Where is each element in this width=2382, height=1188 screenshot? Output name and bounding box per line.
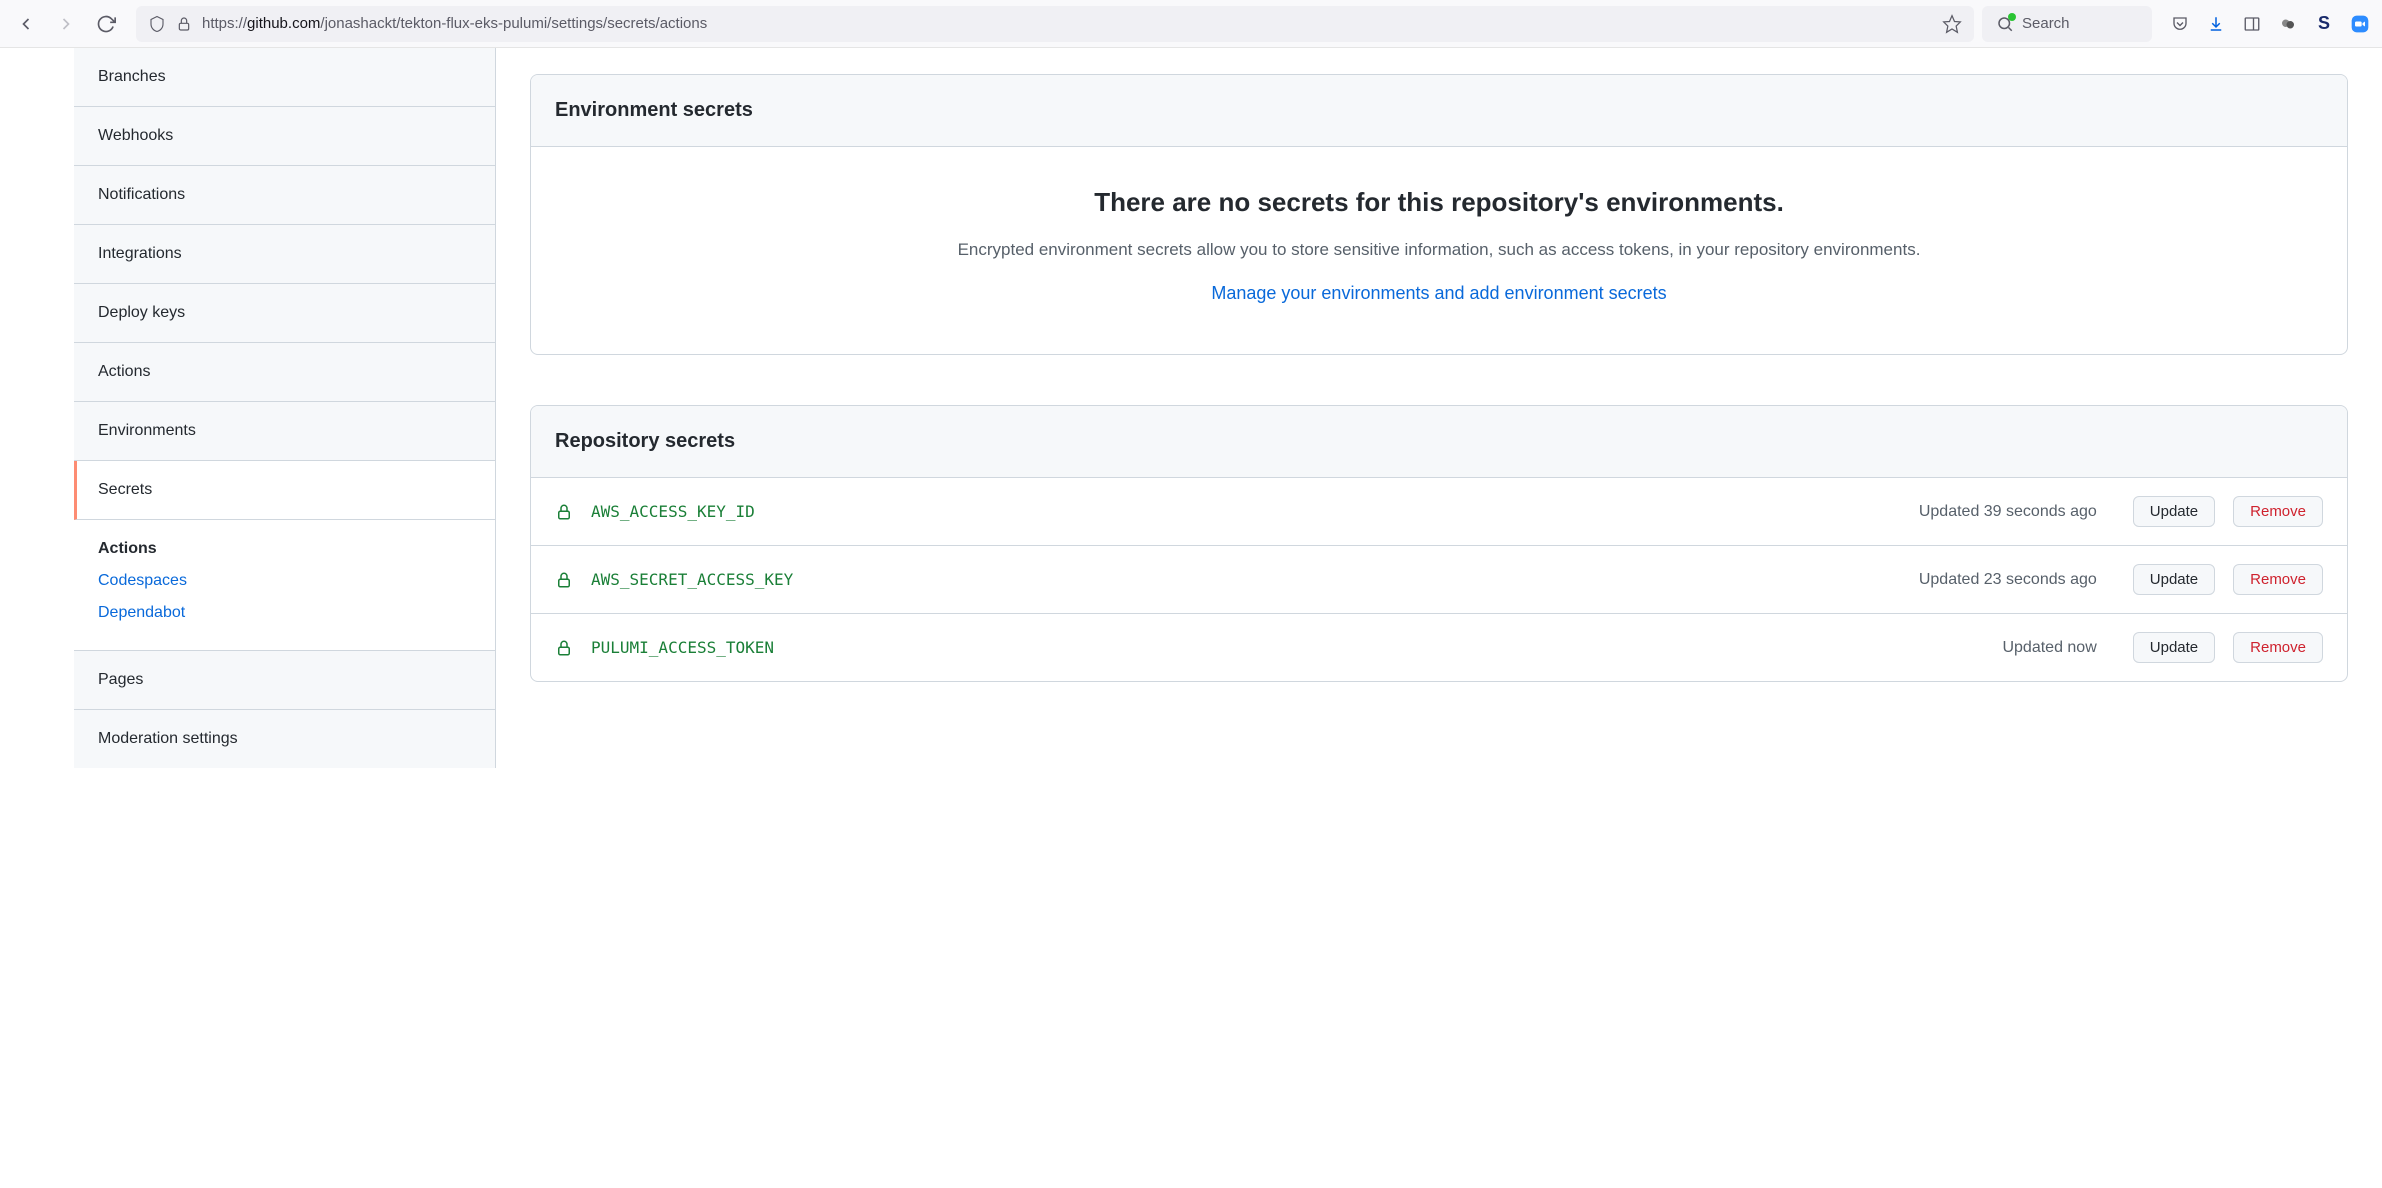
lock-icon	[555, 571, 573, 589]
sidebar-item-webhooks[interactable]: Webhooks	[74, 107, 495, 166]
download-icon[interactable]	[2206, 14, 2226, 34]
subsection-link-dependabot[interactable]: Dependabot	[98, 604, 471, 622]
search-placeholder: Search	[2022, 15, 2070, 32]
secret-updated: Updated 39 seconds ago	[1919, 503, 2097, 521]
environment-secrets-panel: Environment secrets There are no secrets…	[530, 74, 2348, 355]
secret-row: AWS_SECRET_ACCESS_KEY Updated 23 seconds…	[531, 546, 2347, 614]
shield-icon	[148, 15, 166, 33]
sidebar-item-notifications[interactable]: Notifications	[74, 166, 495, 225]
extension-icon-zoom[interactable]	[2350, 14, 2370, 34]
settings-sidebar: Branches Webhooks Notifications Integrat…	[74, 48, 496, 768]
url-text: https://github.com/jonashackt/tekton-flu…	[202, 15, 1932, 32]
reload-button[interactable]	[92, 10, 120, 38]
secret-row: AWS_ACCESS_KEY_ID Updated 39 seconds ago…	[531, 478, 2347, 546]
main-content: Environment secrets There are no secrets…	[496, 48, 2382, 768]
env-secrets-empty-title: There are no secrets for this repository…	[571, 187, 2307, 218]
browser-chrome: https://github.com/jonashackt/tekton-flu…	[0, 0, 2382, 48]
lock-icon	[555, 639, 573, 657]
toolbar-icons: S	[2170, 14, 2370, 34]
library-icon[interactable]	[2242, 14, 2262, 34]
star-icon[interactable]	[1942, 14, 1962, 34]
update-button[interactable]: Update	[2133, 632, 2215, 663]
sidebar-item-deploy-keys[interactable]: Deploy keys	[74, 284, 495, 343]
nav-buttons	[12, 10, 120, 38]
back-button[interactable]	[12, 10, 40, 38]
env-secrets-description: Encrypted environment secrets allow you …	[571, 236, 2307, 263]
extension-icon-1[interactable]	[2278, 14, 2298, 34]
lock-icon	[555, 503, 573, 521]
remove-button[interactable]: Remove	[2233, 632, 2323, 663]
remove-button[interactable]: Remove	[2233, 564, 2323, 595]
manage-environments-link[interactable]: Manage your environments and add environ…	[571, 283, 2307, 304]
secret-updated: Updated 23 seconds ago	[1919, 571, 2097, 589]
sidebar-item-environments[interactable]: Environments	[74, 402, 495, 461]
secrets-subsection: Actions Codespaces Dependabot	[74, 520, 495, 651]
pocket-icon[interactable]	[2170, 14, 2190, 34]
sidebar-item-branches[interactable]: Branches	[74, 48, 495, 107]
sidebar-item-pages[interactable]: Pages	[74, 651, 495, 710]
page-content: Branches Webhooks Notifications Integrat…	[0, 48, 2382, 768]
search-icon	[1996, 15, 2014, 33]
update-button[interactable]: Update	[2133, 564, 2215, 595]
repository-secrets-panel: Repository secrets AWS_ACCESS_KEY_ID Upd…	[530, 405, 2348, 682]
sidebar-item-moderation[interactable]: Moderation settings	[74, 710, 495, 768]
repo-secrets-header: Repository secrets	[531, 406, 2347, 478]
search-box[interactable]: Search	[1982, 6, 2152, 42]
env-secrets-header: Environment secrets	[531, 75, 2347, 147]
secret-name[interactable]: AWS_ACCESS_KEY_ID	[591, 502, 1901, 521]
sidebar-item-integrations[interactable]: Integrations	[74, 225, 495, 284]
lock-icon	[176, 16, 192, 32]
secret-name[interactable]: AWS_SECRET_ACCESS_KEY	[591, 570, 1901, 589]
sidebar-item-secrets[interactable]: Secrets	[74, 461, 495, 520]
url-bar[interactable]: https://github.com/jonashackt/tekton-flu…	[136, 6, 1974, 42]
env-secrets-body: There are no secrets for this repository…	[531, 147, 2347, 354]
extension-icon-s[interactable]: S	[2314, 14, 2334, 34]
secret-name[interactable]: PULUMI_ACCESS_TOKEN	[591, 638, 1984, 657]
remove-button[interactable]: Remove	[2233, 496, 2323, 527]
subsection-link-codespaces[interactable]: Codespaces	[98, 572, 471, 590]
secret-row: PULUMI_ACCESS_TOKEN Updated now Update R…	[531, 614, 2347, 681]
secret-updated: Updated now	[2002, 639, 2096, 657]
subsection-title-actions[interactable]: Actions	[98, 540, 471, 558]
update-button[interactable]: Update	[2133, 496, 2215, 527]
forward-button[interactable]	[52, 10, 80, 38]
sidebar-item-actions[interactable]: Actions	[74, 343, 495, 402]
